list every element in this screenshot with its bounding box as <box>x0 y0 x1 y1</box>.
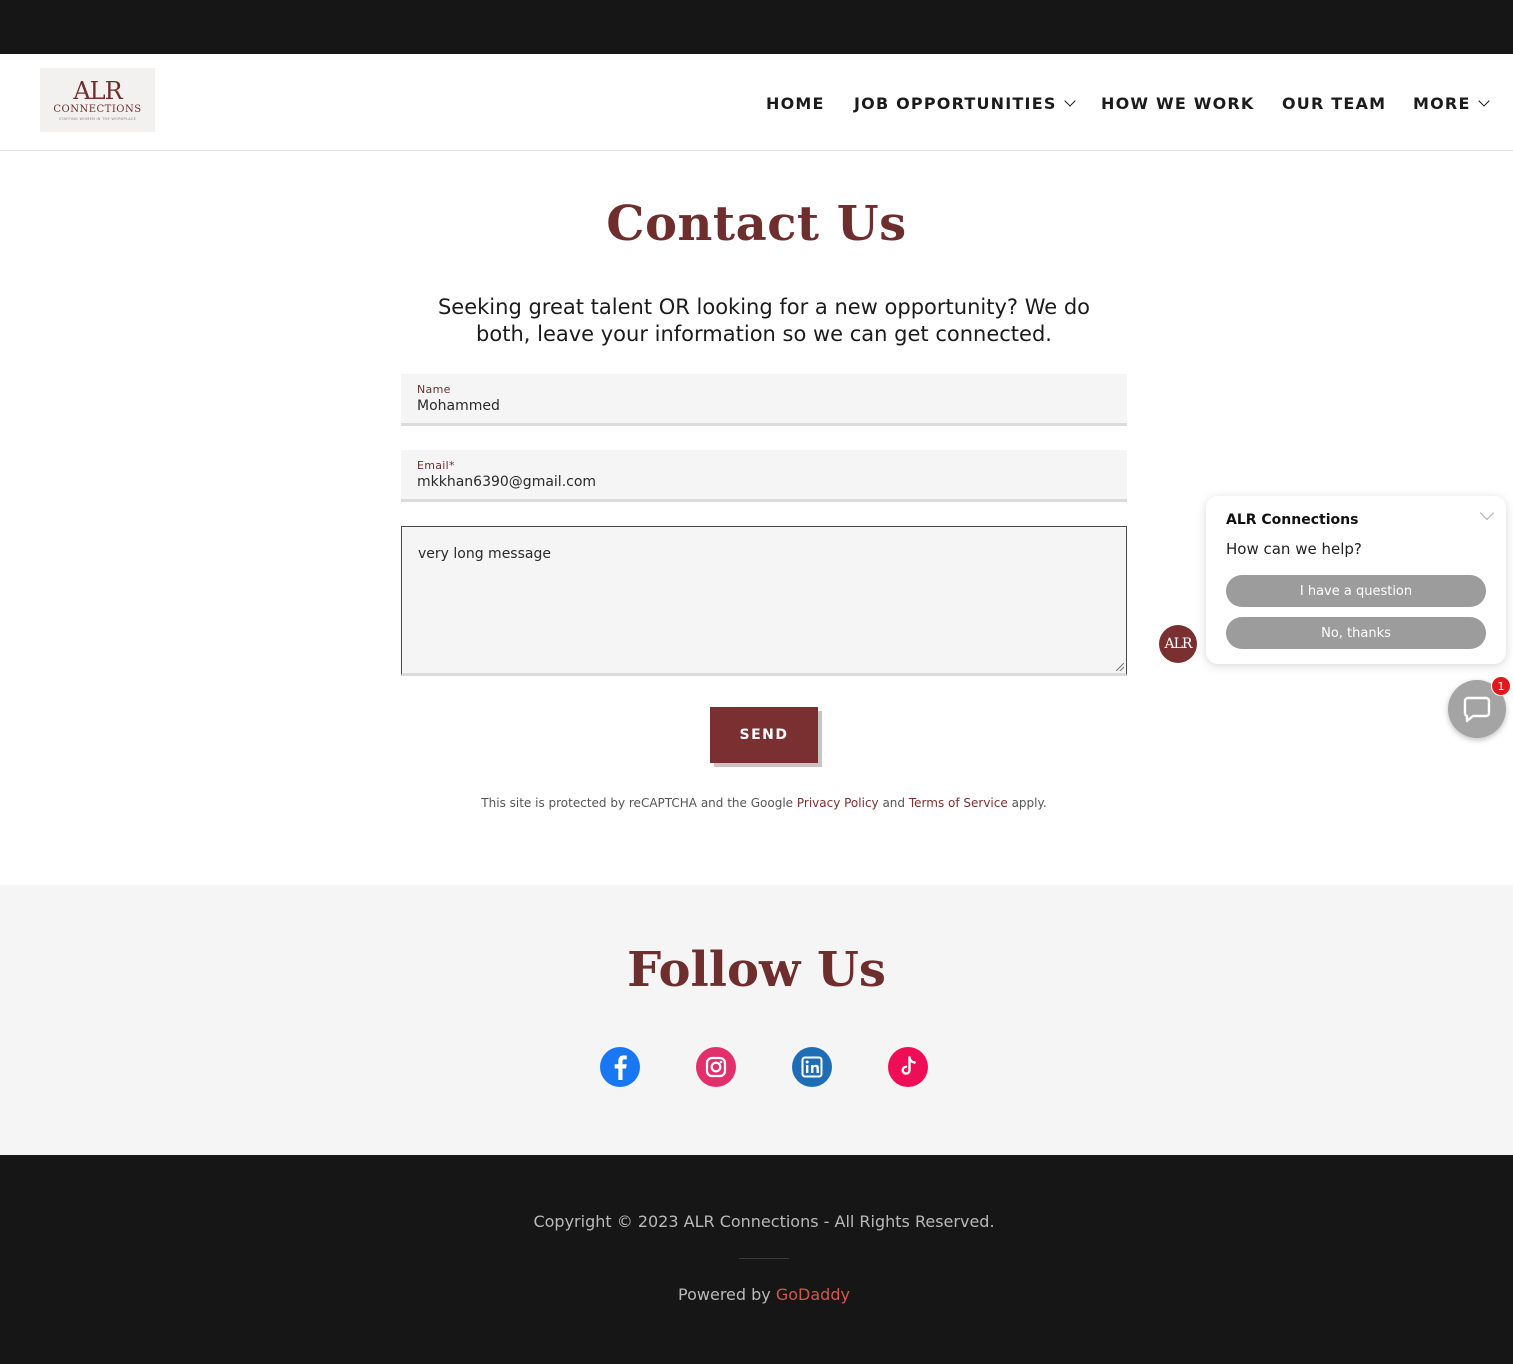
chevron-down-icon[interactable] <box>1479 505 1495 521</box>
nav-how-we-work[interactable]: HOW WE WORK <box>1101 94 1255 113</box>
chat-icon <box>1463 696 1491 723</box>
terms-of-service-link[interactable]: Terms of Service <box>909 796 1008 810</box>
chat-option-no-thanks-button[interactable]: No, thanks <box>1226 617 1486 649</box>
chevron-down-icon <box>1477 95 1490 107</box>
powered-by: Powered by GoDaddy <box>0 1285 1513 1304</box>
nav-more-label: MORE <box>1413 94 1471 113</box>
resize-handle-icon[interactable] <box>1116 663 1124 671</box>
follow-section <box>0 885 1513 1155</box>
contact-title: Contact Us <box>606 196 907 252</box>
instagram-icon[interactable] <box>696 1047 736 1087</box>
tiktok-icon[interactable] <box>888 1047 928 1087</box>
powered-by-prefix: Powered by <box>678 1285 776 1304</box>
site-footer <box>0 1155 1513 1364</box>
footer-divider <box>739 1258 789 1259</box>
nav-our-team[interactable]: OUR TEAM <box>1282 94 1386 113</box>
chat-option-question-button[interactable]: I have a question <box>1226 575 1486 607</box>
nav-how-we-work-label: HOW WE WORK <box>1101 94 1255 113</box>
send-button[interactable]: SEND <box>710 707 818 763</box>
nav-our-team-label: OUR TEAM <box>1282 94 1387 113</box>
contact-intro-line-1: Seeking great talent OR looking for a ne… <box>437 295 1091 319</box>
site-logo[interactable]: ALR CONNECTIONS STAFFING WOMEN IN THE WO… <box>40 68 155 132</box>
name-field-label: Name <box>417 383 451 396</box>
chat-title: ALR Connections <box>1226 512 1359 528</box>
chat-avatar: ALR <box>1159 625 1197 663</box>
copyright-text: Copyright © 2023 ALR Connections - All R… <box>533 1212 995 1231</box>
name-field[interactable]: Name Mohammed <box>401 374 1127 426</box>
recaptcha-suffix: apply. <box>1007 796 1047 810</box>
email-field-label: Email* <box>417 459 455 472</box>
logo-tagline: STAFFING WOMEN IN THE WORKPLACE <box>58 116 137 121</box>
recaptcha-prefix: This site is protected by reCAPTCHA and … <box>481 796 797 810</box>
linkedin-icon[interactable] <box>792 1047 832 1087</box>
godaddy-link[interactable]: GoDaddy <box>776 1285 850 1304</box>
nav-home[interactable]: HOME <box>766 94 825 113</box>
email-field-value[interactable]: mkkhan6390@gmail.com <box>417 474 1107 490</box>
chat-widget-card: ALR Connections How can we help? I have … <box>1206 496 1506 664</box>
logo-line-1: ALR <box>73 76 122 105</box>
chat-question: How can we help? <box>1226 540 1362 558</box>
recaptcha-and: and <box>878 796 909 810</box>
message-field[interactable]: very long message <box>401 526 1127 676</box>
contact-intro: Seeking great talent OR looking for a ne… <box>401 294 1127 348</box>
email-field[interactable]: Email* mkkhan6390@gmail.com <box>401 450 1127 502</box>
site-header: ALR CONNECTIONS STAFFING WOMEN IN THE WO… <box>0 54 1513 151</box>
nav-home-label: HOME <box>766 94 825 113</box>
chat-notification-badge: 1 <box>1491 676 1511 696</box>
top-bar <box>0 0 1513 54</box>
facebook-icon[interactable] <box>600 1047 640 1087</box>
nav-job-opportunities-label: JOB OPPORTUNITIES <box>854 94 1057 113</box>
name-field-value[interactable]: Mohammed <box>417 398 1107 414</box>
nav-more[interactable]: MORE <box>1413 94 1490 113</box>
logo-line-2: CONNECTIONS <box>53 103 142 115</box>
follow-title: Follow Us <box>627 942 886 998</box>
chevron-down-icon <box>1063 95 1076 107</box>
recaptcha-notice: This site is protected by reCAPTCHA and … <box>0 796 1513 810</box>
nav-job-opportunities[interactable]: JOB OPPORTUNITIES <box>854 94 1076 113</box>
message-field-value[interactable]: very long message <box>418 546 551 562</box>
privacy-policy-link[interactable]: Privacy Policy <box>797 796 879 810</box>
contact-intro-line-2: both, leave your information so we can g… <box>476 322 1052 346</box>
